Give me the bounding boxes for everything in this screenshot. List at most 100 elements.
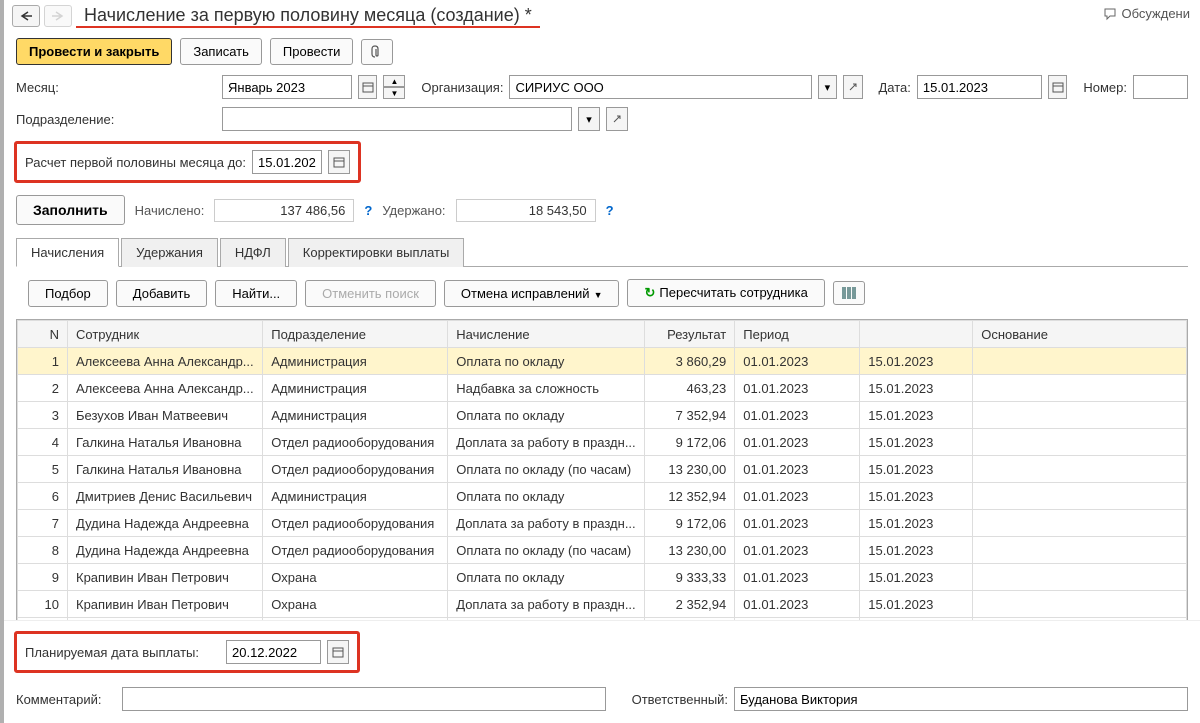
cell-department: Отдел радиооборудования bbox=[263, 510, 448, 537]
month-input[interactable] bbox=[222, 75, 352, 99]
tab-deductions[interactable]: Удержания bbox=[121, 238, 218, 267]
cell-period-start: 01.01.2023 bbox=[735, 537, 860, 564]
cell-n: 10 bbox=[18, 591, 68, 618]
cell-result: 7 352,94 bbox=[645, 402, 735, 429]
discuss-link[interactable]: Обсуждени bbox=[1103, 6, 1190, 21]
cell-employee: Крапивин Иван Петрович bbox=[68, 591, 263, 618]
calc-until-calendar-button[interactable] bbox=[328, 150, 350, 174]
cell-employee: Галкина Наталья Ивановна bbox=[68, 429, 263, 456]
cell-accrual: Оплата по окладу bbox=[448, 564, 645, 591]
tab-accruals[interactable]: Начисления bbox=[16, 238, 119, 267]
org-dropdown-button[interactable]: ▾ bbox=[818, 75, 837, 99]
table-row[interactable]: 3Безухов Иван МатвеевичАдминистрацияОпла… bbox=[18, 402, 1187, 429]
col-department[interactable]: Подразделение bbox=[263, 321, 448, 348]
col-base[interactable]: Основание bbox=[973, 321, 1187, 348]
plan-date-calendar-button[interactable] bbox=[327, 640, 349, 664]
cell-department: Администрация bbox=[263, 402, 448, 429]
table-row[interactable]: 10Крапивин Иван ПетровичОхранаДоплата за… bbox=[18, 591, 1187, 618]
cell-accrual: Доплата за работу в праздн... bbox=[448, 591, 645, 618]
add-button[interactable]: Добавить bbox=[116, 280, 207, 307]
cell-n: 5 bbox=[18, 456, 68, 483]
cell-base bbox=[973, 456, 1187, 483]
cell-employee: Алексеева Анна Александр... bbox=[68, 348, 263, 375]
cell-period-end: 15.01.2023 bbox=[860, 402, 973, 429]
month-up-button[interactable]: ▲ bbox=[383, 75, 405, 87]
responsible-input[interactable] bbox=[734, 687, 1188, 711]
cell-employee: Алексеева Анна Александр... bbox=[68, 375, 263, 402]
dept-open-button[interactable] bbox=[606, 107, 628, 131]
recalc-button[interactable]: ↻Пересчитать сотрудника bbox=[627, 279, 824, 307]
withheld-value: 18 543,50 bbox=[456, 199, 596, 222]
table-row[interactable]: 7Дудина Надежда АндреевнаОтдел радиообор… bbox=[18, 510, 1187, 537]
cell-result: 13 230,00 bbox=[645, 456, 735, 483]
forward-button[interactable] bbox=[44, 5, 72, 27]
cell-period-start: 01.01.2023 bbox=[735, 429, 860, 456]
month-calendar-button[interactable] bbox=[358, 75, 377, 99]
write-button[interactable]: Записать bbox=[180, 38, 262, 65]
accrued-help-icon[interactable]: ? bbox=[364, 203, 372, 218]
org-open-button[interactable] bbox=[843, 75, 862, 99]
dept-input[interactable] bbox=[222, 107, 572, 131]
comment-input[interactable] bbox=[122, 687, 606, 711]
process-button[interactable]: Провести bbox=[270, 38, 354, 65]
cell-n: 2 bbox=[18, 375, 68, 402]
cell-result: 463,23 bbox=[645, 375, 735, 402]
back-button[interactable] bbox=[12, 5, 40, 27]
col-result[interactable]: Результат bbox=[645, 321, 735, 348]
process-close-button[interactable]: Провести и закрыть bbox=[16, 38, 172, 65]
cell-base bbox=[973, 510, 1187, 537]
cell-accrual: Оплата по окладу (по часам) bbox=[448, 456, 645, 483]
month-label: Месяц: bbox=[16, 80, 216, 95]
calc-until-input[interactable] bbox=[252, 150, 322, 174]
date-calendar-button[interactable] bbox=[1048, 75, 1067, 99]
cell-period-start: 01.01.2023 bbox=[735, 591, 860, 618]
cell-result: 9 172,06 bbox=[645, 429, 735, 456]
cell-accrual: Оплата по окладу bbox=[448, 402, 645, 429]
table-row[interactable]: 8Дудина Надежда АндреевнаОтдел радиообор… bbox=[18, 537, 1187, 564]
table-row[interactable]: 5Галкина Наталья ИвановнаОтдел радиообор… bbox=[18, 456, 1187, 483]
table-row[interactable]: 9Крапивин Иван ПетровичОхранаОплата по о… bbox=[18, 564, 1187, 591]
cancel-search-button[interactable]: Отменить поиск bbox=[305, 280, 436, 307]
col-n[interactable]: N bbox=[18, 321, 68, 348]
date-input[interactable] bbox=[917, 75, 1042, 99]
columns-button[interactable] bbox=[833, 281, 865, 305]
cancel-fixes-button[interactable]: Отмена исправлений▼ bbox=[444, 280, 620, 307]
discuss-label: Обсуждени bbox=[1121, 6, 1190, 21]
dept-dropdown-button[interactable]: ▾ bbox=[578, 107, 600, 131]
cell-department: Охрана bbox=[263, 564, 448, 591]
cell-period-end: 15.01.2023 bbox=[860, 375, 973, 402]
calendar-icon bbox=[332, 646, 344, 658]
table-row[interactable]: 4Галкина Наталья ИвановнаОтдел радиообор… bbox=[18, 429, 1187, 456]
col-accrual[interactable]: Начисление bbox=[448, 321, 645, 348]
col-employee[interactable]: Сотрудник bbox=[68, 321, 263, 348]
tab-ndfl[interactable]: НДФЛ bbox=[220, 238, 286, 267]
cell-period-start: 01.01.2023 bbox=[735, 402, 860, 429]
table-row[interactable]: 1Алексеева Анна Александр...Администраци… bbox=[18, 348, 1187, 375]
cell-period-start: 01.01.2023 bbox=[735, 510, 860, 537]
table-row[interactable]: 2Алексеева Анна Александр...Администраци… bbox=[18, 375, 1187, 402]
cell-period-start: 01.01.2023 bbox=[735, 456, 860, 483]
col-period-end[interactable] bbox=[860, 321, 973, 348]
find-button[interactable]: Найти... bbox=[215, 280, 297, 307]
pick-button[interactable]: Подбор bbox=[28, 280, 108, 307]
withheld-help-icon[interactable]: ? bbox=[606, 203, 614, 218]
columns-icon bbox=[842, 287, 856, 299]
cell-period-end: 15.01.2023 bbox=[860, 348, 973, 375]
calendar-icon bbox=[333, 156, 345, 168]
calc-until-box: Расчет первой половины месяца до: bbox=[14, 141, 361, 183]
fill-button[interactable]: Заполнить bbox=[16, 195, 125, 225]
attach-button[interactable] bbox=[361, 39, 393, 65]
accrued-value: 137 486,56 bbox=[214, 199, 354, 222]
tab-corrections[interactable]: Корректировки выплаты bbox=[288, 238, 465, 267]
plan-date-input[interactable] bbox=[226, 640, 321, 664]
cell-employee: Дудина Надежда Андреевна bbox=[68, 537, 263, 564]
withheld-label: Удержано: bbox=[382, 203, 445, 218]
month-down-button[interactable]: ▼ bbox=[383, 87, 405, 99]
cell-base bbox=[973, 429, 1187, 456]
col-period[interactable]: Период bbox=[735, 321, 860, 348]
org-input[interactable] bbox=[509, 75, 811, 99]
dropdown-icon: ▼ bbox=[594, 290, 603, 300]
number-input[interactable] bbox=[1133, 75, 1188, 99]
table-row[interactable]: 6Дмитриев Денис ВасильевичАдминистрацияО… bbox=[18, 483, 1187, 510]
plan-date-box: Планируемая дата выплаты: bbox=[14, 631, 360, 673]
